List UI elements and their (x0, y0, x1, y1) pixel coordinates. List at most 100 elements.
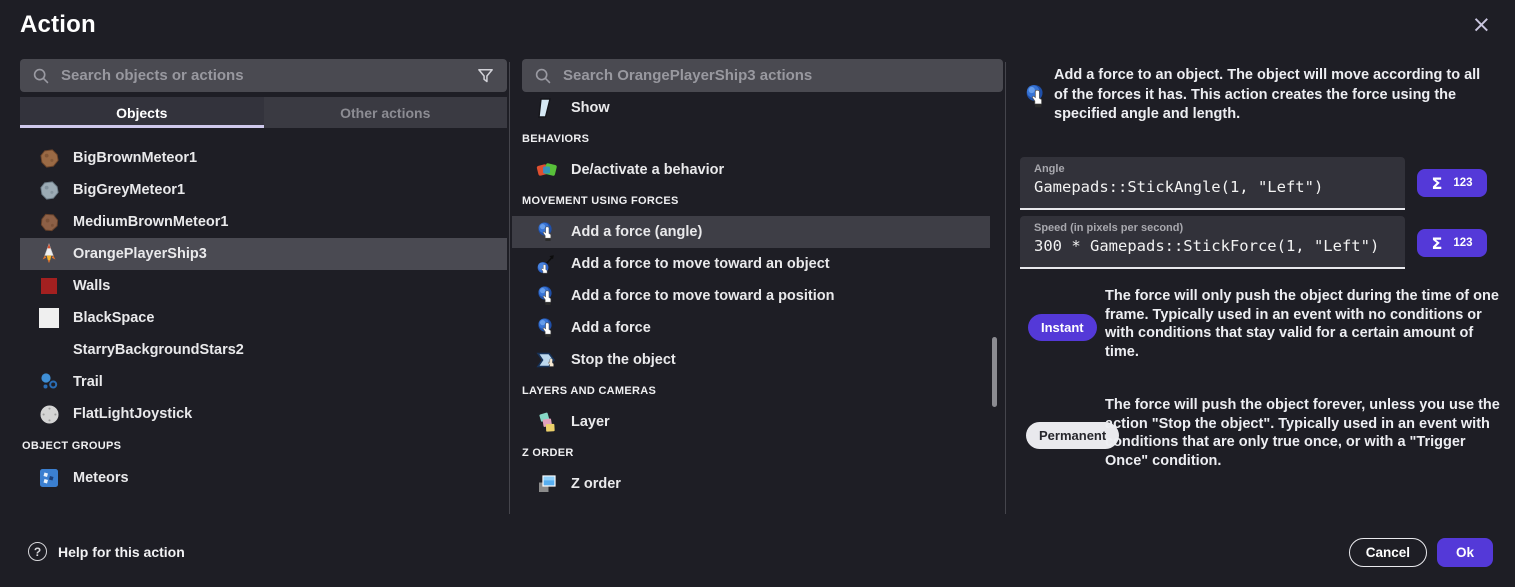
search-icon (32, 67, 50, 85)
force-icon (536, 285, 558, 307)
action-label: Z order (571, 476, 621, 492)
object-row-mediumbrownmeteor1[interactable]: MediumBrownMeteor1 (20, 206, 507, 238)
dialog-title: Action (20, 11, 96, 39)
square-light-icon (38, 307, 60, 329)
object-row-bigbrownmeteor1[interactable]: BigBrownMeteor1 (20, 142, 507, 174)
action-section-header: LAYERS AND CAMERAS (512, 376, 990, 406)
instant-mode-button[interactable]: Instant (1028, 314, 1097, 341)
panel-divider-left (509, 62, 510, 514)
action-label: De/activate a behavior (571, 162, 724, 178)
objects-search-input[interactable] (61, 67, 476, 84)
objects-search-bar[interactable] (20, 59, 507, 92)
objects-panel: Objects Other actions BigBrownMeteor1 Big… (20, 59, 507, 494)
action-row[interactable]: Stop the object (512, 344, 990, 376)
object-label: BlackSpace (73, 310, 154, 326)
action-section-header: BEHAVIORS (512, 124, 990, 154)
angle-field-label: Angle (1020, 157, 1405, 175)
square-red-icon (38, 275, 60, 297)
speed-expression-button[interactable]: Σ 123 (1417, 229, 1487, 257)
show-icon (536, 97, 558, 119)
object-row-orangeplayership3[interactable]: OrangePlayerShip3 (20, 238, 507, 270)
stop-icon (536, 349, 558, 371)
action-row[interactable]: Show (512, 92, 990, 124)
object-row-flatlightjoystick[interactable]: FlatLightJoystick (20, 398, 507, 430)
action-row[interactable]: Add a force (512, 312, 990, 344)
object-row-meteors[interactable]: Meteors (20, 462, 507, 494)
meteor-grey-icon (38, 179, 60, 201)
behavior-icon (536, 159, 558, 181)
search-icon (534, 67, 552, 85)
object-label: MediumBrownMeteor1 (73, 214, 229, 230)
tab-other-actions-label: Other actions (340, 105, 430, 121)
action-row[interactable]: Add a force to move toward an object (512, 248, 990, 280)
panel-divider-right (1005, 62, 1006, 514)
actions-search-bar[interactable] (522, 59, 1003, 92)
sigma-icon: Σ (1431, 174, 1442, 193)
object-row-trail[interactable]: Trail (20, 366, 507, 398)
action-section-header: Z ORDER (512, 438, 990, 468)
object-row-starrybackgroundstars2[interactable]: StarryBackgroundStars2 (20, 334, 507, 366)
sigma-icon: Σ (1431, 234, 1442, 253)
action-row[interactable]: Layer (512, 406, 990, 438)
speed-field-label: Speed (in pixels per second) (1020, 216, 1405, 234)
force-icon (536, 317, 558, 339)
actions-search-input[interactable] (563, 67, 991, 84)
numbers-icon: 123 (1453, 237, 1472, 249)
actions-panel: ShowBEHAVIORS De/activate a behavior MOVEM… (512, 59, 990, 500)
close-icon: × (1472, 12, 1491, 38)
force-arrow-icon (536, 253, 558, 275)
close-button[interactable]: × (1472, 14, 1491, 37)
filter-icon[interactable] (476, 66, 495, 85)
speed-field-value[interactable]: 300 * Gamepads::StickForce(1, "Left") (1020, 234, 1405, 255)
joystick-icon (38, 403, 60, 425)
actions-scrollbar-thumb[interactable] (992, 337, 997, 407)
speed-field[interactable]: Speed (in pixels per second) 300 * Gamep… (1020, 216, 1405, 269)
action-label: Add a force (571, 320, 651, 336)
tab-objects[interactable]: Objects (20, 97, 264, 128)
action-row[interactable]: Z order (512, 468, 990, 500)
object-label: Walls (73, 278, 110, 294)
object-row-blackspace[interactable]: BlackSpace (20, 302, 507, 334)
action-row[interactable]: Add a force (angle) (512, 216, 990, 248)
meteor-brown2-icon (38, 211, 60, 233)
action-label: Layer (571, 414, 610, 430)
numbers-icon: 123 (1453, 177, 1472, 189)
help-icon: ? (28, 542, 47, 561)
angle-expression-button[interactable]: Σ 123 (1417, 169, 1487, 197)
rocket-icon (38, 243, 60, 265)
action-row[interactable]: De/activate a behavior (512, 154, 990, 186)
meteor-brown-icon (38, 147, 60, 169)
object-row-walls[interactable]: Walls (20, 270, 507, 302)
action-details-panel: Add a force to an object. The object wil… (1020, 66, 1498, 125)
action-label: Add a force to move toward an object (571, 256, 830, 272)
zorder-icon (536, 473, 558, 495)
action-label: Add a force (angle) (571, 224, 702, 240)
object-label: BigGreyMeteor1 (73, 182, 185, 198)
angle-field-value[interactable]: Gamepads::StickAngle(1, "Left") (1020, 175, 1405, 196)
objects-tabs: Objects Other actions (20, 97, 507, 128)
object-groups-header: OBJECT GROUPS (20, 430, 507, 462)
tab-other-actions[interactable]: Other actions (264, 97, 508, 128)
action-list: ShowBEHAVIORS De/activate a behavior MOVEM… (512, 92, 990, 500)
trail-icon (38, 371, 60, 393)
object-row-biggreymeteor1[interactable]: BigGreyMeteor1 (20, 174, 507, 206)
object-label: FlatLightJoystick (73, 406, 192, 422)
add-force-icon (1020, 66, 1054, 125)
object-label: StarryBackgroundStars2 (73, 342, 244, 358)
object-label: OrangePlayerShip3 (73, 246, 207, 262)
action-section-header: MOVEMENT USING FORCES (512, 186, 990, 216)
layer-icon (536, 411, 558, 433)
angle-field[interactable]: Angle Gamepads::StickAngle(1, "Left") (1020, 157, 1405, 210)
action-description: Add a force to an object. The object wil… (1054, 66, 1486, 125)
permanent-mode-description: The force will push the object forever, … (1105, 396, 1501, 470)
action-label: Stop the object (571, 352, 676, 368)
none-icon (38, 339, 60, 361)
object-label: Meteors (73, 470, 129, 486)
action-label: Add a force to move toward a position (571, 288, 834, 304)
ok-button[interactable]: Ok (1437, 538, 1493, 567)
cancel-button[interactable]: Cancel (1349, 538, 1427, 567)
help-label: Help for this action (58, 544, 185, 560)
action-row[interactable]: Add a force to move toward a position (512, 280, 990, 312)
help-link[interactable]: ? Help for this action (28, 542, 185, 561)
instant-mode-description: The force will only push the object duri… (1105, 287, 1501, 361)
